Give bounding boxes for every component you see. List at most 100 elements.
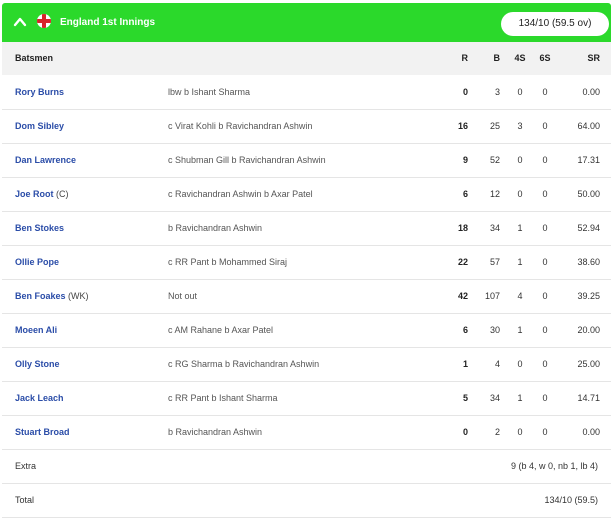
batsman-name-link[interactable]: Olly Stone — [15, 347, 60, 381]
dismissal-text: lbw b Ishant Sharma — [168, 87, 251, 97]
batsman-name[interactable]: Joe Root — [15, 189, 54, 199]
fours-value: 1 — [517, 223, 523, 233]
sixes-value: 0 — [542, 189, 548, 199]
dismissal-text: b Ravichandran Ashwin — [168, 427, 263, 437]
batsman-row: Jack Leach c RR Pant b Ishant Sharma 5 34 1 0… — [2, 381, 611, 416]
balls-value: 3 — [494, 87, 500, 97]
fours-value: 1 — [517, 393, 523, 403]
batsman-name[interactable]: Dan Lawrence — [15, 155, 76, 165]
england-flag-icon — [37, 14, 51, 28]
runs-value: 6 — [462, 189, 468, 199]
column-runs: R — [461, 53, 469, 63]
fours-value: 4 — [517, 291, 523, 301]
column-sixes: 6S — [539, 53, 551, 63]
batsman-name-link[interactable]: Stuart Broad — [15, 415, 70, 449]
innings-header[interactable]: England 1st Innings 134/10 (59.5 ov) — [2, 3, 611, 42]
batsman-row: Joe Root (C) c Ravichandran Ashwin b Axar… — [2, 177, 611, 212]
strike-rate-value: 20.00 — [577, 325, 600, 335]
runs-value: 9 — [462, 155, 468, 165]
runs-value: 5 — [462, 393, 468, 403]
sixes-value: 0 — [542, 359, 548, 369]
batsman-name-link[interactable]: Ben Foakes (WK) — [15, 279, 89, 313]
batsman-row: Ben Stokes b Ravichandran Ashwin 18 34 1 0 52.… — [2, 211, 611, 246]
fours-value: 1 — [517, 325, 523, 335]
dismissal-text: c Ravichandran Ashwin b Axar Patel — [168, 189, 313, 199]
dismissal-text: c AM Rahane b Axar Patel — [168, 325, 274, 335]
batsman-name-link[interactable]: Moeen Ali — [15, 313, 57, 347]
dismissal-text: c Virat Kohli b Ravichandran Ashwin — [168, 121, 313, 131]
column-balls: B — [493, 53, 501, 63]
sixes-value: 0 — [542, 393, 548, 403]
batsman-row: Dan Lawrence c Shubman Gill b Ravichandra… — [2, 143, 611, 178]
total-row: Total 134/10 (59.5) — [2, 483, 611, 518]
scorecard-column-header: Batsmen R B 4S 6S SR — [2, 42, 611, 75]
batsman-name[interactable]: Stuart Broad — [15, 427, 70, 437]
batsman-row: Rory Burns lbw b Ishant Sharma 0 3 0 0 0.00 — [2, 75, 611, 110]
dismissal-text: c Shubman Gill b Ravichandran Ashwin — [168, 155, 326, 165]
runs-value: 42 — [457, 291, 468, 301]
fours-value: 3 — [517, 121, 523, 131]
batsman-name[interactable]: Olly Stone — [15, 359, 60, 369]
strike-rate-value: 38.60 — [577, 257, 600, 267]
total-value: 134/10 (59.5) — [544, 495, 598, 505]
innings-score-badge[interactable]: 134/10 (59.5 ov) — [501, 12, 609, 36]
sixes-value: 0 — [542, 223, 548, 233]
batsman-name-link[interactable]: Jack Leach — [15, 381, 64, 415]
batsman-row: Ollie Pope c RR Pant b Mohammed Siraj 22 57… — [2, 245, 611, 280]
balls-value: 107 — [485, 291, 501, 301]
extras-value: 9 (b 4, w 0, nb 1, lb 4) — [510, 461, 598, 471]
batsman-name-link[interactable]: Rory Burns — [15, 75, 64, 109]
batsman-name-link[interactable]: Dom Sibley — [15, 109, 64, 143]
batsman-name-link[interactable]: Joe Root (C) — [15, 177, 69, 211]
batsman-name[interactable]: Dom Sibley — [15, 121, 64, 131]
column-batsmen: Batsmen — [15, 53, 54, 63]
runs-value: 18 — [457, 223, 468, 233]
fours-value: 0 — [517, 427, 523, 437]
sixes-value: 0 — [542, 291, 548, 301]
batsman-name[interactable]: Rory Burns — [15, 87, 64, 97]
runs-value: 0 — [462, 87, 468, 97]
dismissal-text: c RR Pant b Ishant Sharma — [168, 393, 278, 403]
batsman-name[interactable]: Ben Stokes — [15, 223, 64, 233]
sixes-value: 0 — [542, 427, 548, 437]
batsman-name[interactable]: Moeen Ali — [15, 325, 57, 335]
column-fours: 4S — [514, 53, 526, 63]
batsman-row: Moeen Ali c AM Rahane b Axar Patel 6 30 1 0 20… — [2, 313, 611, 348]
balls-value: 12 — [489, 189, 500, 199]
strike-rate-value: 25.00 — [577, 359, 600, 369]
fours-value: 0 — [517, 189, 523, 199]
balls-value: 34 — [489, 393, 500, 403]
strike-rate-value: 0.00 — [582, 87, 600, 97]
batsman-name-link[interactable]: Dan Lawrence — [15, 143, 76, 177]
strike-rate-value: 39.25 — [577, 291, 600, 301]
runs-value: 22 — [457, 257, 468, 267]
strike-rate-value: 50.00 — [577, 189, 600, 199]
total-label: Total — [15, 495, 35, 505]
sixes-value: 0 — [542, 155, 548, 165]
batsman-name[interactable]: Jack Leach — [15, 393, 64, 403]
balls-value: 57 — [489, 257, 500, 267]
batsman-name-link[interactable]: Ollie Pope — [15, 245, 59, 279]
strike-rate-value: 14.71 — [577, 393, 600, 403]
batsman-name[interactable]: Ollie Pope — [15, 257, 59, 267]
strike-rate-value: 52.94 — [577, 223, 600, 233]
batsman-role: (C) — [56, 189, 69, 199]
batsman-row: Ben Foakes (WK) Not out 42 107 4 0 39.25 — [2, 279, 611, 314]
batsman-row: Stuart Broad b Ravichandran Ashwin 0 2 0 0 0.0… — [2, 415, 611, 450]
dismissal-text: Not out — [168, 291, 198, 301]
batsman-row: Olly Stone c RG Sharma b Ravichandran Ash… — [2, 347, 611, 382]
runs-value: 16 — [457, 121, 468, 131]
balls-value: 2 — [494, 427, 500, 437]
balls-value: 30 — [489, 325, 500, 335]
runs-value: 6 — [462, 325, 468, 335]
batsman-name[interactable]: Ben Foakes — [15, 291, 66, 301]
extras-label: Extra — [15, 461, 37, 471]
dismissal-text: c RG Sharma b Ravichandran Ashwin — [168, 359, 320, 369]
fours-value: 1 — [517, 257, 523, 267]
balls-value: 34 — [489, 223, 500, 233]
balls-value: 4 — [494, 359, 500, 369]
batsman-name-link[interactable]: Ben Stokes — [15, 211, 64, 245]
dismissal-text: b Ravichandran Ashwin — [168, 223, 263, 233]
sixes-value: 0 — [542, 121, 548, 131]
chevron-up-icon[interactable] — [13, 15, 27, 29]
